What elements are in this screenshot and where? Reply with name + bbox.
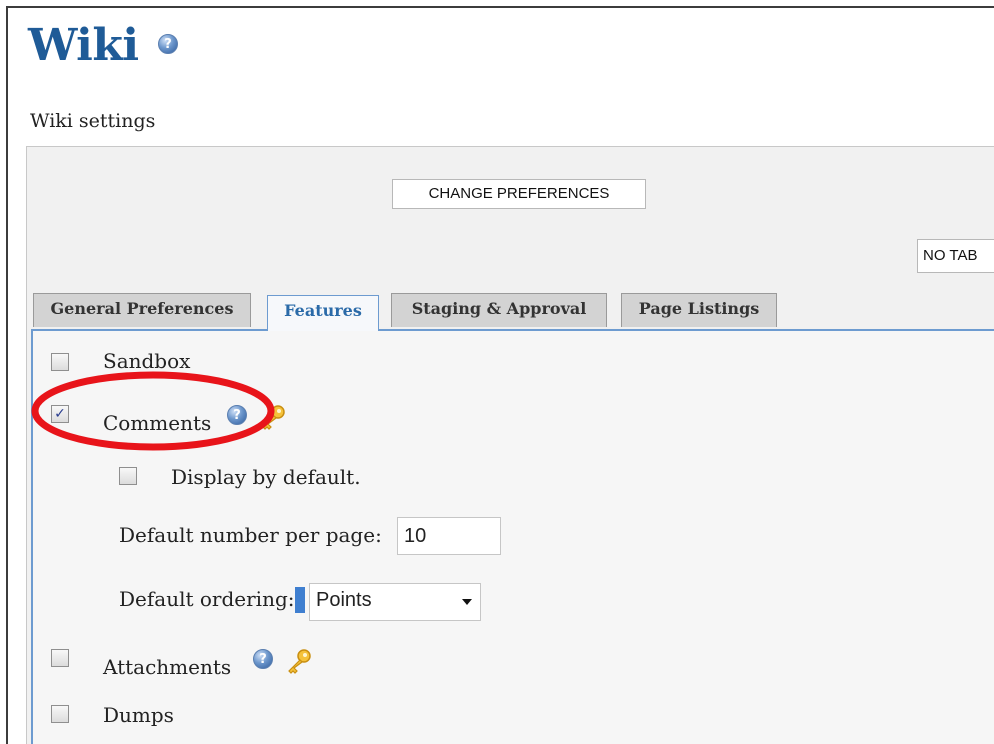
tab-page-listings[interactable]: Page Listings xyxy=(621,293,777,327)
attachments-label: Attachments xyxy=(103,655,232,679)
dumps-checkbox[interactable] xyxy=(51,705,69,723)
display-by-default-checkbox[interactable] xyxy=(119,467,137,485)
display-by-default-label: Display by default. xyxy=(171,465,361,489)
sandbox-checkbox[interactable] xyxy=(51,353,69,371)
ordering-select-value: Points xyxy=(316,589,372,611)
tab-features[interactable]: Features xyxy=(267,295,379,331)
ordering-label: Default ordering: xyxy=(119,587,295,611)
app-frame: Wiki ? Wiki settings CHANGE PREFERENCES … xyxy=(6,6,994,744)
comments-label: Comments xyxy=(103,411,212,435)
ordering-select[interactable]: Points xyxy=(309,583,481,621)
dumps-label: Dumps xyxy=(103,703,174,727)
chevron-down-icon xyxy=(462,599,472,605)
comments-checkbox[interactable]: ✓ xyxy=(51,405,69,423)
sandbox-label: Sandbox xyxy=(103,349,191,373)
tab-general-preferences[interactable]: General Preferences xyxy=(33,293,251,327)
settings-panel: CHANGE PREFERENCES NO TAB General Prefer… xyxy=(26,146,994,744)
page-subtitle: Wiki settings xyxy=(30,110,156,132)
attachments-key-icon[interactable] xyxy=(283,647,313,677)
help-icon[interactable]: ? xyxy=(158,34,178,54)
comments-key-icon[interactable] xyxy=(257,403,287,433)
page-title: Wiki xyxy=(28,20,139,71)
tab-staging-approval[interactable]: Staging & Approval xyxy=(391,293,607,327)
features-tab-content: Sandbox ✓ Comments ? Display by default.… xyxy=(31,329,994,744)
attachments-checkbox[interactable] xyxy=(51,649,69,667)
attachments-help-icon[interactable]: ? xyxy=(253,649,273,669)
comments-help-icon[interactable]: ? xyxy=(227,405,247,425)
change-preferences-button[interactable]: CHANGE PREFERENCES xyxy=(392,179,646,209)
per-page-input[interactable]: 10 xyxy=(397,517,501,555)
text-selection-marker xyxy=(295,587,305,613)
per-page-label: Default number per page: xyxy=(119,523,382,547)
no-tab-button[interactable]: NO TAB xyxy=(917,239,994,273)
